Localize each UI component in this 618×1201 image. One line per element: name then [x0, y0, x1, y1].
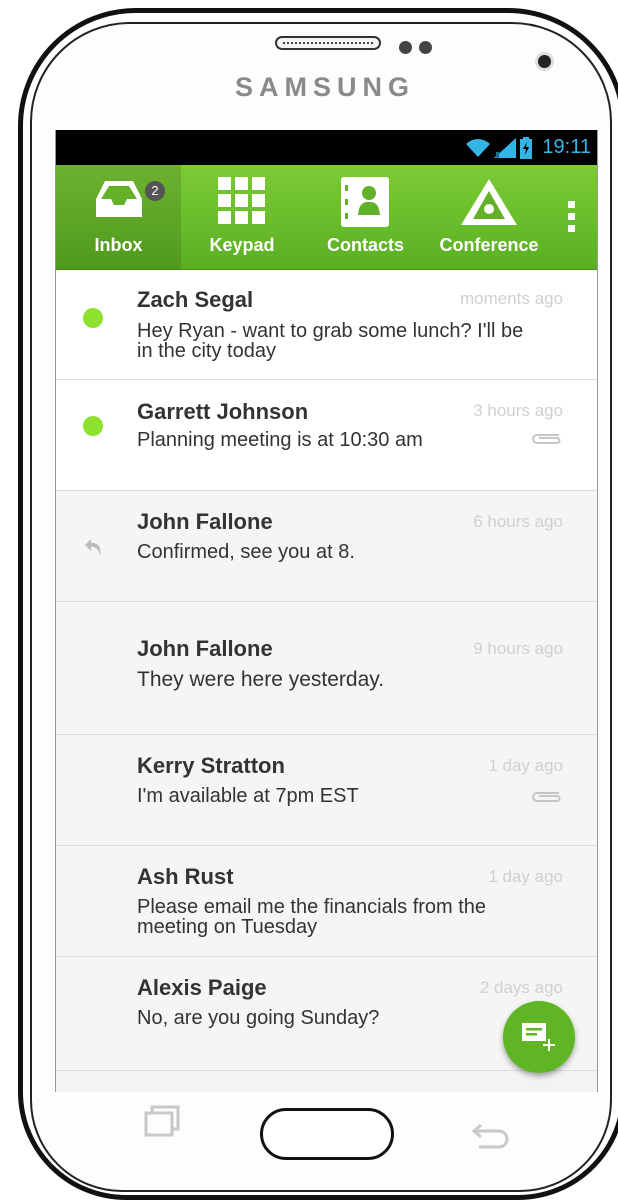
- sender-name: John Fallone: [137, 509, 273, 534]
- tab-inbox[interactable]: 2 Inbox: [56, 165, 181, 270]
- attachment-icon: [532, 434, 561, 444]
- tab-label: Keypad: [209, 235, 275, 255]
- recent-apps-icon[interactable]: [142, 1103, 182, 1139]
- message-row[interactable]: Ash Rust 1 day ago Please email me the f…: [56, 846, 597, 957]
- message-time: 6 hours ago: [473, 512, 563, 531]
- wifi-icon: [466, 138, 491, 157]
- message-time: 2 days ago: [479, 978, 563, 997]
- message-time: 9 hours ago: [473, 639, 563, 658]
- message-preview: Please email me the financials from the …: [137, 897, 577, 937]
- proximity-sensor: [399, 41, 412, 54]
- message-preview-line: in the city today: [137, 340, 276, 362]
- front-camera: [538, 55, 551, 68]
- message-preview-line: Hey Ryan - want to grab some lunch? I'll…: [137, 320, 524, 342]
- message-preview: Confirmed, see you at 8.: [137, 541, 355, 563]
- contacts-icon: [341, 177, 389, 227]
- message-preview: Planning meeting is at 10:30 am: [137, 429, 423, 451]
- sender-name: John Fallone: [137, 636, 273, 661]
- message-preview-line: meeting on Tuesday: [137, 916, 318, 938]
- message-preview: They were here yesterday.: [137, 668, 385, 691]
- tab-keypad[interactable]: Keypad: [181, 165, 303, 270]
- device-brand-logo: SAMSUNG: [234, 72, 415, 102]
- message-preview: I'm available at 7pm EST: [137, 785, 359, 807]
- compose-button[interactable]: [503, 1001, 575, 1073]
- tab-label: Conference: [439, 235, 539, 255]
- status-time: 19:11: [542, 136, 591, 158]
- sender-name: Ash Rust: [137, 864, 234, 889]
- message-time: 3 hours ago: [473, 401, 563, 420]
- unread-dot-icon: [83, 416, 103, 436]
- sender-name: Zach Segal: [137, 287, 254, 312]
- earpiece-speaker: [275, 36, 381, 50]
- tab-contacts[interactable]: Contacts: [303, 165, 428, 270]
- message-preview-line: Please email me the financials from the: [137, 896, 487, 918]
- message-row[interactable]: John Fallone 6 hours ago Confirmed, see …: [56, 491, 597, 602]
- home-button[interactable]: [260, 1108, 394, 1160]
- sender-name: Kerry Stratton: [137, 753, 285, 778]
- message-time: 1 day ago: [488, 867, 563, 886]
- tab-bar: 2 Inbox Keypad Contacts Conference: [56, 165, 597, 270]
- message-time: moments ago: [460, 289, 563, 308]
- status-bar: 19:11: [56, 130, 597, 165]
- unread-dot-icon: [83, 308, 103, 328]
- tab-label: Inbox: [94, 235, 143, 255]
- message-time: 1 day ago: [488, 756, 563, 775]
- inbox-badge: 2: [145, 181, 165, 201]
- inbox-icon: [96, 181, 142, 217]
- message-preview: Hey Ryan - want to grab some lunch? I'll…: [137, 321, 577, 361]
- keypad-icon: [218, 177, 265, 224]
- battery-icon: [520, 136, 533, 159]
- message-list: Zach Segal moments ago Hey Ryan - want t…: [56, 270, 597, 1071]
- sender-name: Garrett Johnson: [137, 399, 309, 424]
- attachment-icon: [532, 792, 561, 802]
- tab-label: Contacts: [326, 235, 404, 255]
- message-row[interactable]: Garrett Johnson 3 hours ago Planning mee…: [56, 380, 597, 491]
- light-sensor: [419, 41, 432, 54]
- message-row[interactable]: John Fallone 9 hours ago They were here …: [56, 602, 597, 735]
- compose-message-icon: [522, 1023, 555, 1051]
- back-icon[interactable]: [471, 1121, 513, 1151]
- replied-icon: [85, 539, 101, 556]
- conference-icon: [461, 179, 517, 225]
- overflow-menu-icon[interactable]: [568, 201, 578, 237]
- tab-conference[interactable]: Conference: [428, 165, 550, 270]
- message-row[interactable]: Zach Segal moments ago Hey Ryan - want t…: [56, 270, 597, 380]
- phone-screen: 19:11 2 Inbox Keypad Contacts Conference…: [55, 130, 598, 1092]
- message-row[interactable]: Kerry Stratton 1 day ago I'm available a…: [56, 735, 597, 846]
- sender-name: Alexis Paige: [137, 975, 267, 1000]
- signal-icon: [494, 137, 517, 158]
